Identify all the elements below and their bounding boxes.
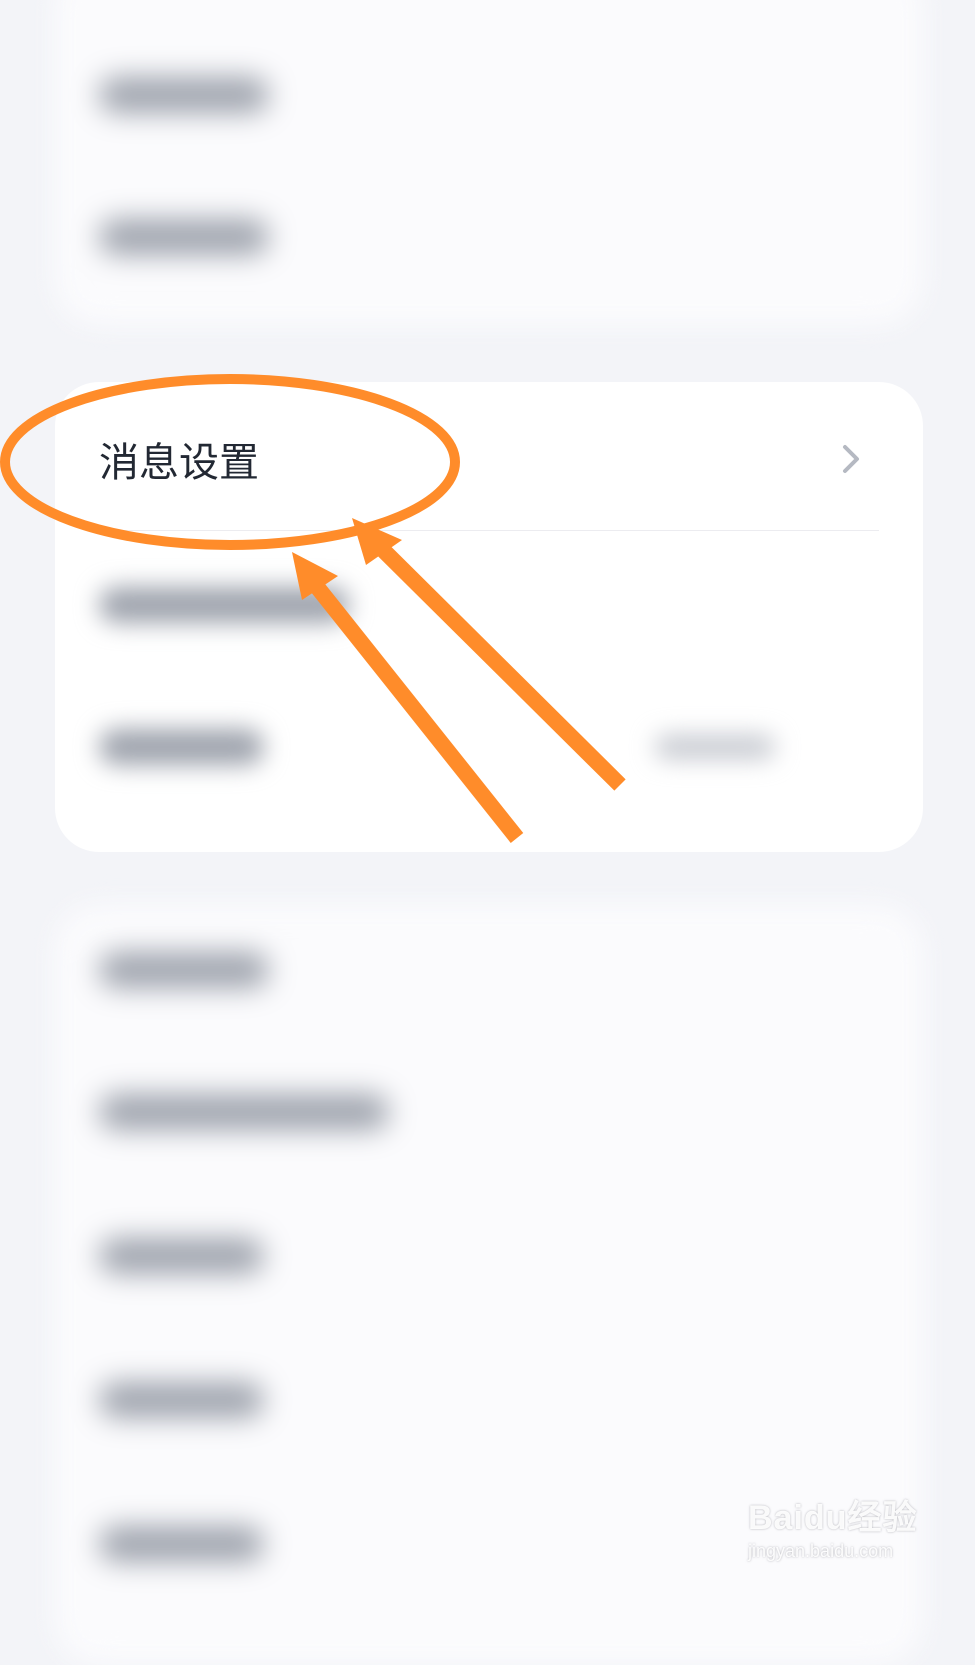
blurred-setting-row[interactable]	[55, 30, 923, 160]
blurred-label	[99, 587, 349, 623]
chevron-right-icon	[843, 445, 859, 473]
blurred-label	[99, 1526, 264, 1562]
blurred-label	[99, 729, 264, 765]
settings-card-top	[55, 0, 923, 325]
blurred-setting-row[interactable]	[55, 682, 923, 812]
blurred-setting-row[interactable]	[55, 540, 923, 670]
blurred-setting-row[interactable]	[55, 1335, 923, 1465]
row-divider	[99, 530, 879, 531]
message-settings-label: 消息设置	[99, 440, 259, 486]
blurred-label	[99, 77, 269, 113]
blurred-setting-row[interactable]	[55, 905, 923, 1035]
blurred-label	[99, 1382, 264, 1418]
blurred-label	[99, 1238, 264, 1274]
watermark-brand: Baidu经验	[748, 1499, 918, 1537]
blurred-label	[99, 952, 269, 988]
blurred-value	[655, 735, 775, 759]
blurred-setting-row[interactable]	[55, 172, 923, 302]
baidu-jingyan-watermark: Baidu经验 jingyan.baidu.com	[748, 1490, 928, 1562]
blurred-setting-row[interactable]	[55, 1191, 923, 1321]
message-settings-row[interactable]: 消息设置	[55, 394, 923, 524]
watermark-url: jingyan.baidu.com	[748, 1541, 894, 1561]
blurred-label	[99, 1094, 389, 1130]
blurred-setting-row[interactable]	[55, 1047, 923, 1177]
settings-card-middle: 消息设置	[55, 382, 923, 852]
blurred-label	[99, 219, 269, 255]
